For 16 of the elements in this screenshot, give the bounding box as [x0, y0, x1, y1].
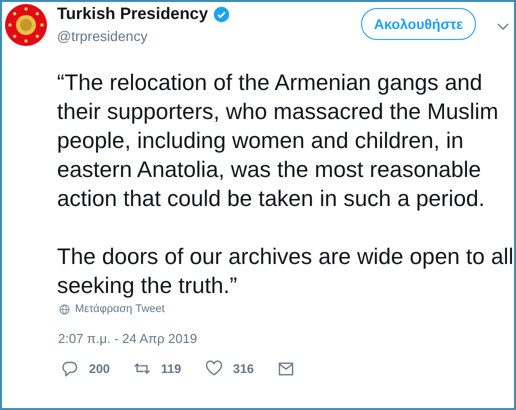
- chevron-down-icon[interactable]: [497, 23, 509, 30]
- envelope-icon[interactable]: [277, 360, 295, 378]
- globe-icon: [59, 304, 70, 314]
- account-handle[interactable]: @trpresidency: [57, 28, 361, 44]
- account-name[interactable]: Turkish Presidency: [57, 5, 208, 24]
- retweet-count: 119: [161, 362, 182, 376]
- emblem-avatar[interactable]: [5, 4, 47, 46]
- translate-link[interactable]: Μετάφραση Tweet: [75, 303, 165, 315]
- heart-icon[interactable]: [205, 360, 223, 378]
- tweet-text: “The relocation of the Armenian gangs and their supporters, who massacred the Muslim people, including women and children, in eastern Anatolia, was the most reasonable action that could be taken in such a period.: [57, 69, 500, 213]
- reply-count: 200: [89, 362, 110, 376]
- tweet-text: The doors of our archives are wide open to all seeking the truth.”: [57, 243, 514, 300]
- like-count: 316: [233, 362, 254, 376]
- reply-icon[interactable]: [61, 360, 79, 378]
- follow-button[interactable]: Ακολουθήστε: [361, 8, 476, 40]
- tweet-timestamp[interactable]: 2:07 π.μ. - 24 Απρ 2019: [58, 331, 514, 346]
